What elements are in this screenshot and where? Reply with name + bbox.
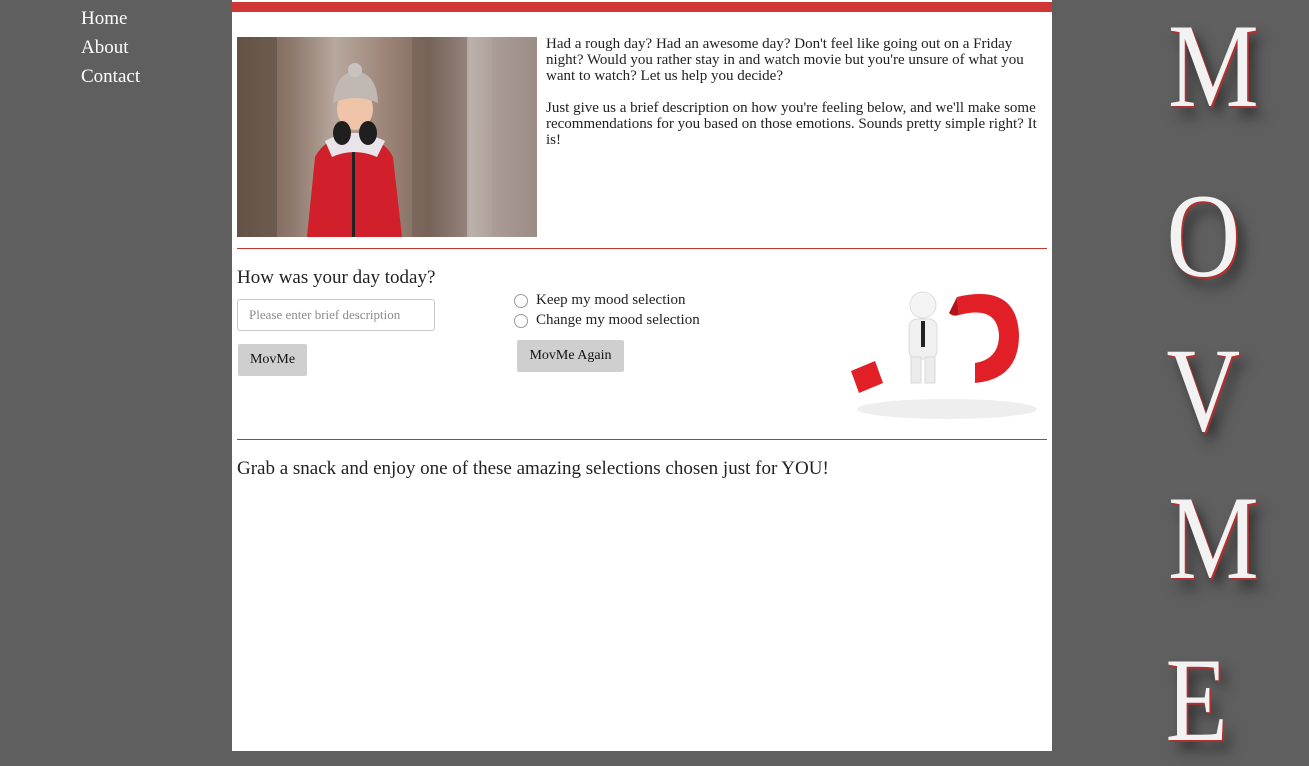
radio-keep-circle[interactable] bbox=[514, 293, 528, 308]
nav-contact-link[interactable]: Contact bbox=[81, 62, 221, 91]
main-panel: Had a rough day? Had an awesome day? Don… bbox=[232, 0, 1052, 751]
radio-change-mood[interactable]: Change my mood selection bbox=[514, 312, 700, 329]
intro-text: Had a rough day? Had an awesome day? Don… bbox=[546, 36, 1048, 164]
divider-top bbox=[237, 248, 1047, 249]
mood-description-input[interactable] bbox=[237, 299, 435, 331]
radio-change-label: Change my mood selection bbox=[536, 312, 700, 328]
side-letter-e: E bbox=[1165, 633, 1228, 766]
divider-bottom bbox=[237, 439, 1047, 440]
intro-paragraph-1: Had a rough day? Had an awesome day? Don… bbox=[546, 36, 1024, 84]
movme-button[interactable]: MovMe bbox=[238, 344, 307, 376]
top-accent-bar bbox=[232, 2, 1052, 12]
side-letter-v: V bbox=[1166, 323, 1241, 456]
mood-question: How was your day today? bbox=[237, 267, 436, 288]
radio-keep-mood[interactable]: Keep my mood selection bbox=[514, 292, 686, 309]
radio-keep-label: Keep my mood selection bbox=[536, 292, 686, 308]
question-mark-figure-image bbox=[837, 283, 1037, 421]
side-title-movme: M O V M E bbox=[1120, 0, 1309, 760]
nav-home-link[interactable]: Home bbox=[81, 4, 221, 33]
nav-about-link[interactable]: About bbox=[81, 33, 221, 62]
radio-change-circle[interactable] bbox=[514, 313, 528, 328]
results-heading: Grab a snack and enjoy one of these amaz… bbox=[237, 458, 829, 479]
side-letter-m2: M bbox=[1168, 471, 1259, 604]
side-letter-m1: M bbox=[1168, 0, 1259, 132]
movme-again-button[interactable]: MovMe Again bbox=[517, 340, 624, 372]
intro-paragraph-2: Just give us a brief description on how … bbox=[546, 100, 1037, 148]
side-letter-o: O bbox=[1166, 169, 1241, 302]
hero-photo-woman-in-winter-coat bbox=[237, 37, 537, 237]
main-nav: Home About Contact bbox=[81, 4, 221, 91]
